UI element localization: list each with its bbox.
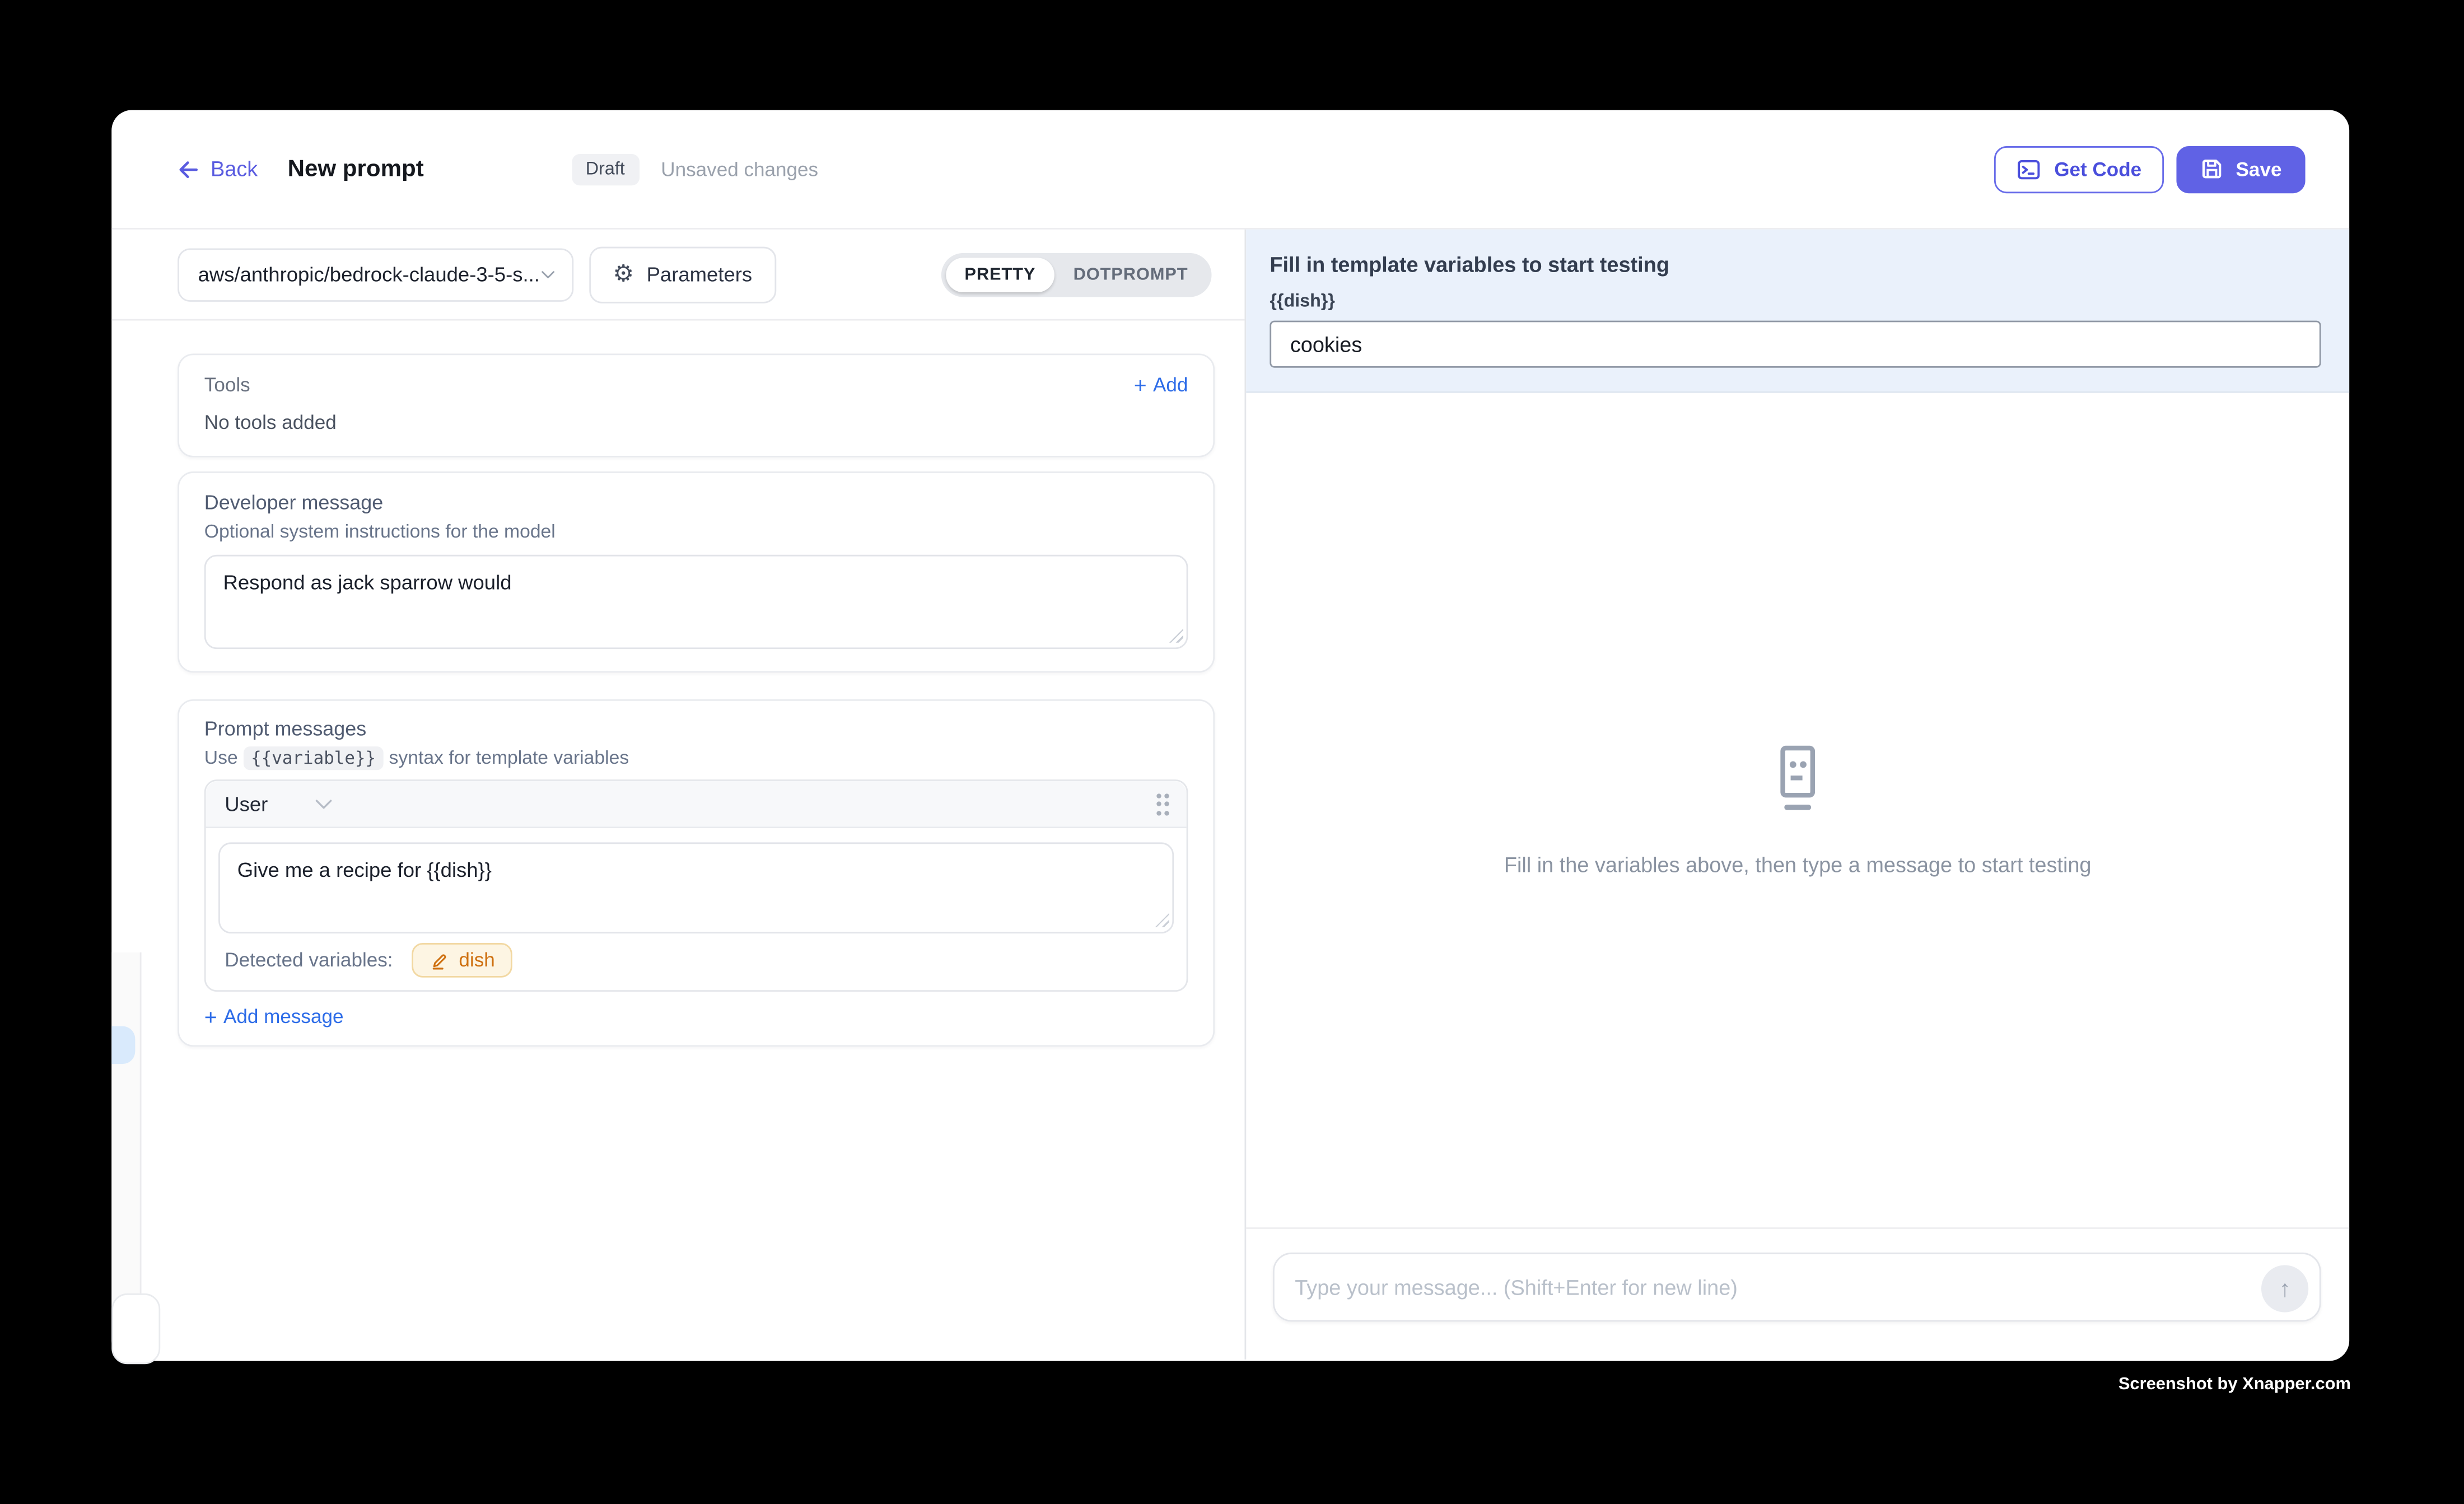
parameters-button[interactable]: ⚙ Parameters [589,246,776,302]
get-code-label: Get Code [2054,158,2141,180]
plus-icon: + [1134,374,1147,396]
developer-message-input[interactable]: Respond as jack sparrow would [204,555,1188,649]
header: Back New prompt Draft Unsaved changes Ge… [111,110,2349,229]
unsaved-changes-text: Unsaved changes [661,158,818,180]
message-block: User G [204,779,1188,992]
model-selector-value: aws/anthropic/bedrock-claude-3-5-s... [198,263,540,286]
editor-panel: aws/anthropic/bedrock-claude-3-5-s... ⚙ … [111,230,1244,1360]
prompt-messages-card: Prompt messages Use {{variable}} syntax … [178,699,1215,1047]
add-message-label: Add message [223,1006,343,1027]
body: aws/anthropic/bedrock-claude-3-5-s... ⚙ … [111,230,2349,1360]
parameters-label: Parameters [647,263,753,286]
variable-value-input[interactable] [1270,321,2321,368]
tools-title: Tools [204,374,250,396]
role-selector[interactable]: User [225,792,334,816]
detected-variables-label: Detected variables: [225,949,393,971]
add-tool-label: Add [1153,374,1188,396]
arrow-up-icon: ↑ [2279,1276,2291,1302]
terminal-icon [2017,156,2042,181]
role-value: User [225,792,268,816]
back-button[interactable]: Back [176,157,258,181]
page-title: New prompt [288,156,424,183]
test-panel: Fill in template variables to start test… [1244,230,2349,1360]
empty-state-text: Fill in the variables above, then type a… [1504,853,2092,876]
chevron-down-icon [315,797,334,810]
toggle-pretty[interactable]: PRETTY [946,257,1054,292]
save-label: Save [2236,158,2282,180]
tools-empty-text: No tools added [204,412,1188,433]
add-message-button[interactable]: + Add message [204,1006,344,1027]
plus-icon: + [204,1006,217,1027]
variable-syntax-chip: {{variable}} [243,746,384,770]
variable-name-label: {{dish}} [1270,292,2321,311]
back-arrow-icon [176,158,199,180]
prompt-messages-title: Prompt messages [204,717,1188,740]
subtitle-prefix: Use [204,746,238,768]
add-tool-button[interactable]: + Add [1134,374,1188,396]
app-window: Back New prompt Draft Unsaved changes Ge… [111,110,2349,1361]
robot-face-icon [1768,744,1828,813]
template-variables-section: Fill in template variables to start test… [1246,230,2349,393]
message-content: Give me a recipe for {{dish}} Detected v… [206,828,1187,990]
get-code-button[interactable]: Get Code [1995,146,2164,193]
developer-message-card: Developer message Optional system instru… [178,471,1215,672]
back-label: Back [211,157,258,181]
model-selector[interactable]: aws/anthropic/bedrock-claude-3-5-s... [178,247,573,301]
watermark-text: Screenshot by Xnapper.com [2118,1375,2351,1394]
chat-input-container: ↑ [1273,1253,2321,1321]
save-icon [2200,157,2223,181]
editor-toolbar: aws/anthropic/bedrock-claude-3-5-s... ⚙ … [111,230,1244,321]
background-sidebar-active-item [111,1026,135,1064]
toggle-dotprompt[interactable]: DOTPROMPT [1054,257,1207,292]
chat-input-bar: ↑ [1246,1227,2349,1360]
message-header: User [206,781,1187,828]
subtitle-suffix: syntax for template variables [389,746,629,768]
developer-message-title: Developer message [204,491,1188,514]
prompt-messages-subtitle: Use {{variable}} syntax for template var… [204,746,1188,768]
variable-badge-dish[interactable]: dish [412,943,512,978]
editor-scroll-area: Tools + Add No tools added Developer mes… [111,321,1244,1360]
chevron-down-icon [540,268,555,281]
save-button[interactable]: Save [2176,146,2306,193]
chat-empty-state: Fill in the variables above, then type a… [1246,393,2349,1227]
message-input[interactable]: Give me a recipe for {{dish}} [218,842,1174,933]
detected-variables-row: Detected variables: dish [218,943,1174,978]
variable-badge-label: dish [459,949,494,971]
tools-card: Tools + Add No tools added [178,354,1215,457]
gear-icon: ⚙ [613,263,634,286]
send-button[interactable]: ↑ [2261,1265,2308,1312]
background-window-corner [111,1293,160,1364]
tools-header-row: Tools + Add [204,374,1188,396]
variables-header: Fill in template variables to start test… [1270,253,2321,277]
screenshot-stage: Back New prompt Draft Unsaved changes Ge… [0,0,2464,1504]
developer-message-field-wrap: Respond as jack sparrow would [204,555,1188,649]
message-field-wrap: Give me a recipe for {{dish}} [218,842,1174,933]
view-mode-toggle: PRETTY DOTPROMPT [941,252,1211,296]
chat-message-input[interactable] [1275,1276,2320,1299]
status-badge: Draft [572,153,639,185]
developer-message-subtitle: Optional system instructions for the mod… [204,520,1188,542]
pencil-icon [429,950,449,970]
drag-handle-icon[interactable] [1156,793,1169,815]
